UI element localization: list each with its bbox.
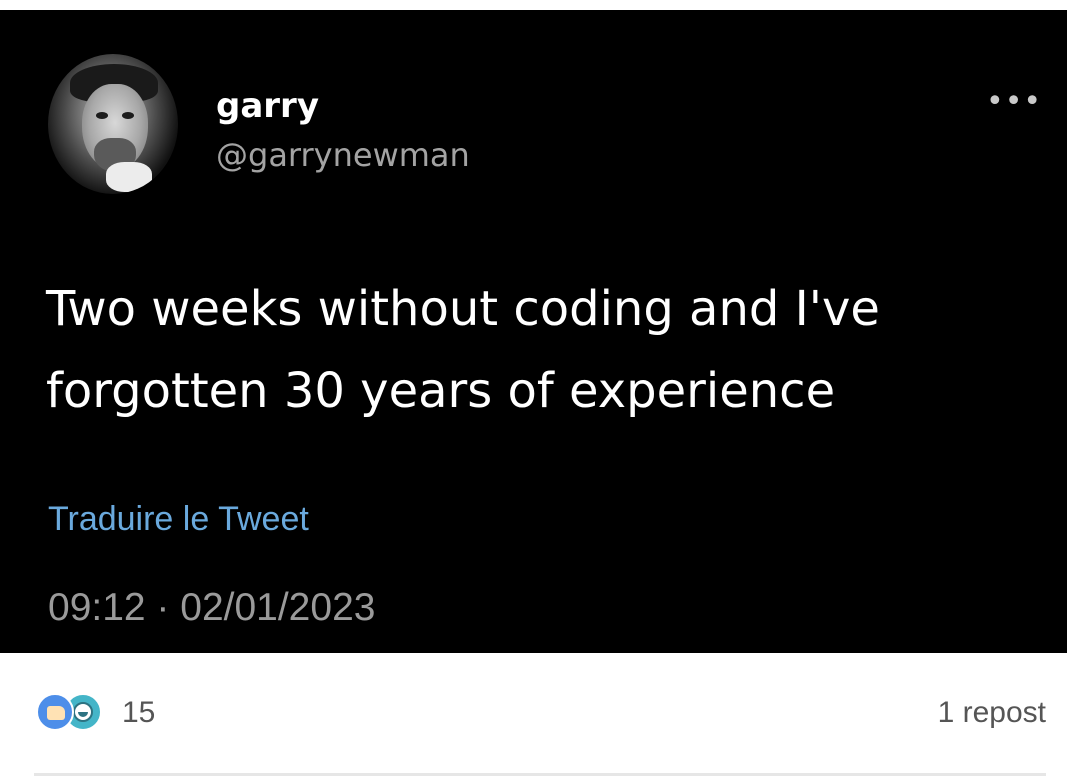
author-display-name[interactable]: garry bbox=[216, 86, 319, 126]
avatar[interactable] bbox=[48, 54, 178, 194]
divider bbox=[34, 773, 1046, 776]
tweet-timestamp[interactable]: 09:12 · 02/01/2023 bbox=[48, 586, 375, 630]
like-icon bbox=[36, 693, 74, 731]
avatar-eye-right bbox=[122, 112, 134, 119]
repost-count[interactable]: 1 repost bbox=[938, 696, 1046, 730]
translate-tweet-link[interactable]: Traduire le Tweet bbox=[48, 500, 309, 539]
reaction-count[interactable]: 15 bbox=[122, 696, 155, 730]
tweet-text: Two weeks without coding and I've forgot… bbox=[46, 281, 880, 419]
more-options-icon[interactable]: ••• bbox=[986, 87, 1042, 117]
avatar-hand bbox=[106, 162, 152, 192]
avatar-eye-left bbox=[96, 112, 108, 119]
author-handle[interactable]: @garrynewman bbox=[216, 136, 470, 174]
linkedin-post: garry @garrynewman ••• Two weeks without… bbox=[0, 0, 1080, 780]
embedded-tweet-screenshot[interactable]: garry @garrynewman ••• Two weeks without… bbox=[0, 10, 1067, 653]
